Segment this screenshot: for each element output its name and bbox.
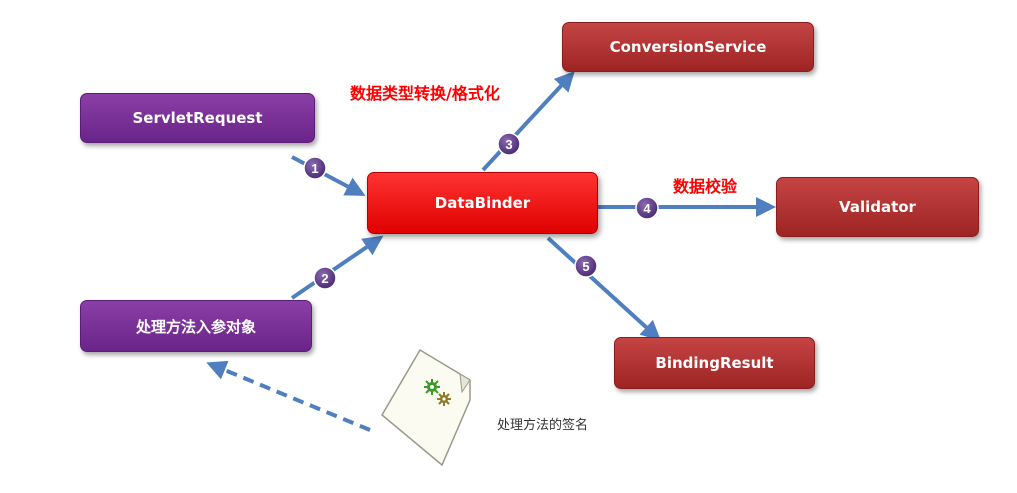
validation-label: 数据校验 xyxy=(673,177,738,196)
servlet-request-node: ServletRequest xyxy=(80,93,315,143)
step-number-1: 1 xyxy=(311,161,318,176)
step-number-5: 5 xyxy=(582,259,589,274)
conversion-service-node: ConversionService xyxy=(562,22,814,72)
dashed-arrow-signature xyxy=(206,360,371,432)
validator-node: Validator xyxy=(776,177,979,237)
step-circle-3: 3 xyxy=(497,132,521,156)
handler-args-label: 处理方法入参对象 xyxy=(135,317,256,336)
step-circle-4: 4 xyxy=(635,196,659,220)
binding-result-label: BindingResult xyxy=(655,354,774,372)
step-circle-5: 5 xyxy=(574,254,598,278)
step-number-2: 2 xyxy=(321,271,328,286)
binding-result-node: BindingResult xyxy=(614,337,815,389)
conversion-label: 数据类型转换/格式化 xyxy=(350,84,500,103)
arrow-step-5 xyxy=(546,236,661,341)
handler-args-node: 处理方法入参对象 xyxy=(80,300,312,352)
document-icon xyxy=(381,348,471,467)
step-circle-1: 1 xyxy=(303,156,327,180)
step-circle-2: 2 xyxy=(313,266,337,290)
validator-label: Validator xyxy=(839,198,916,216)
servlet-request-label: ServletRequest xyxy=(132,109,263,127)
step-number-3: 3 xyxy=(505,137,512,152)
signature-caption: 处理方法的签名 xyxy=(497,418,589,433)
arrow-step-1 xyxy=(291,155,366,196)
conversion-service-label: ConversionService xyxy=(609,38,767,56)
data-binder-node: DataBinder xyxy=(367,172,598,234)
arrow-step-2 xyxy=(290,235,384,300)
step-number-4: 4 xyxy=(643,201,651,216)
data-binder-label: DataBinder xyxy=(434,194,531,212)
